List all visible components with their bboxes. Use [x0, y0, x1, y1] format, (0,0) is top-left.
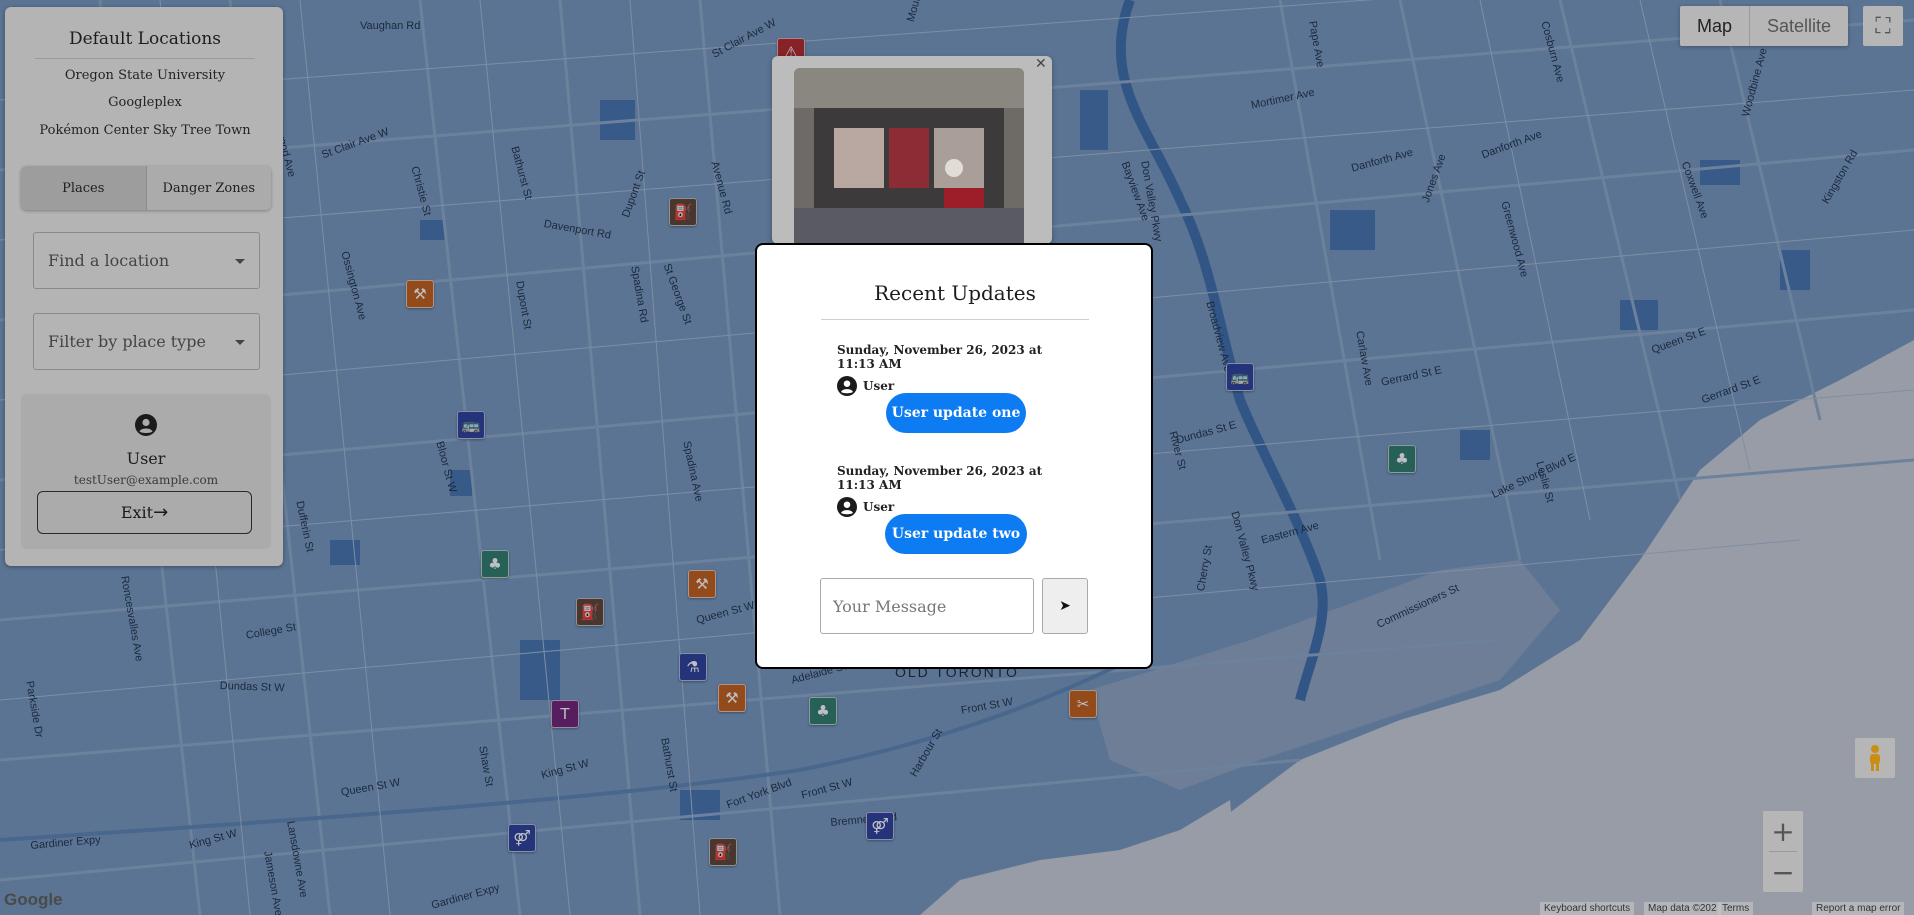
terms-link[interactable]: Terms	[1718, 902, 1754, 915]
sidebar-title: Default Locations	[35, 29, 255, 59]
zoom-in-button[interactable]: +	[1763, 811, 1803, 851]
map-type-control: Map Satellite	[1680, 6, 1849, 46]
update-message-bubble: User update two	[885, 514, 1027, 554]
arrow-right-icon: →	[153, 502, 169, 523]
find-location-select[interactable]: Find a location	[33, 232, 260, 289]
send-button[interactable]: ➤	[1042, 578, 1088, 634]
message-input[interactable]	[820, 578, 1034, 634]
find-location-placeholder: Find a location	[48, 251, 170, 270]
map-type-satellite-button[interactable]: Satellite	[1749, 6, 1848, 46]
fullscreen-icon[interactable]: ⛶	[1863, 6, 1903, 46]
tab-danger-zones[interactable]: Danger Zones	[145, 166, 271, 210]
tab-places[interactable]: Places	[21, 166, 146, 210]
chevron-down-icon	[235, 340, 245, 345]
map-type-map-button[interactable]: Map	[1680, 6, 1749, 46]
place-type-select[interactable]: Filter by place type	[33, 313, 260, 370]
chevron-down-icon	[235, 259, 245, 264]
user-email: testUser@example.com	[73, 473, 219, 487]
exit-button[interactable]: Exit →	[37, 491, 252, 534]
update-author-name: User	[863, 500, 895, 514]
update-date: Sunday, November 26, 2023 at 11:13 AM	[837, 343, 1043, 371]
user-avatar-icon	[837, 497, 857, 517]
close-icon[interactable]: ✕	[1035, 56, 1047, 72]
keyboard-shortcuts-link[interactable]: Keyboard shortcuts	[1540, 902, 1635, 915]
update-author-name: User	[863, 379, 895, 393]
street-view-pegman-icon[interactable]	[1855, 738, 1895, 778]
place-type-placeholder: Filter by place type	[48, 332, 206, 351]
recent-updates-modal: Recent Updates Sunday, November 26, 2023…	[755, 243, 1153, 669]
send-icon: ➤	[1059, 598, 1071, 614]
place-photo	[794, 68, 1024, 244]
place-info-window: ✕	[772, 56, 1052, 244]
update-date: Sunday, November 26, 2023 at 11:13 AM	[837, 464, 1043, 492]
zoom-control: + −	[1763, 811, 1803, 892]
update-item: Sunday, November 26, 2023 at 11:13 AM Us…	[837, 343, 1077, 396]
map-data-attribution: Map data ©202	[1644, 902, 1721, 915]
mode-tabs: Places Danger Zones	[21, 166, 271, 210]
zoom-out-button[interactable]: −	[1763, 852, 1803, 892]
location-link-pokemon-center[interactable]: Pokémon Center Sky Tree Town	[25, 123, 265, 138]
exit-label: Exit	[120, 503, 154, 522]
user-name: User	[126, 449, 166, 468]
user-avatar-icon	[135, 414, 157, 436]
update-message-bubble: User update one	[886, 393, 1026, 433]
modal-title: Recent Updates	[821, 281, 1089, 320]
update-item: Sunday, November 26, 2023 at 11:13 AM Us…	[837, 464, 1077, 517]
location-link-oregon-state[interactable]: Oregon State University	[25, 68, 265, 83]
sidebar-panel: Default Locations Oregon State Universit…	[5, 7, 283, 566]
google-logo: Google	[4, 890, 63, 909]
user-avatar-icon	[837, 376, 857, 396]
report-map-error-link[interactable]: Report a map error	[1812, 902, 1905, 915]
user-card: User testUser@example.com Exit →	[21, 394, 271, 549]
location-link-googleplex[interactable]: Googleplex	[25, 95, 265, 110]
